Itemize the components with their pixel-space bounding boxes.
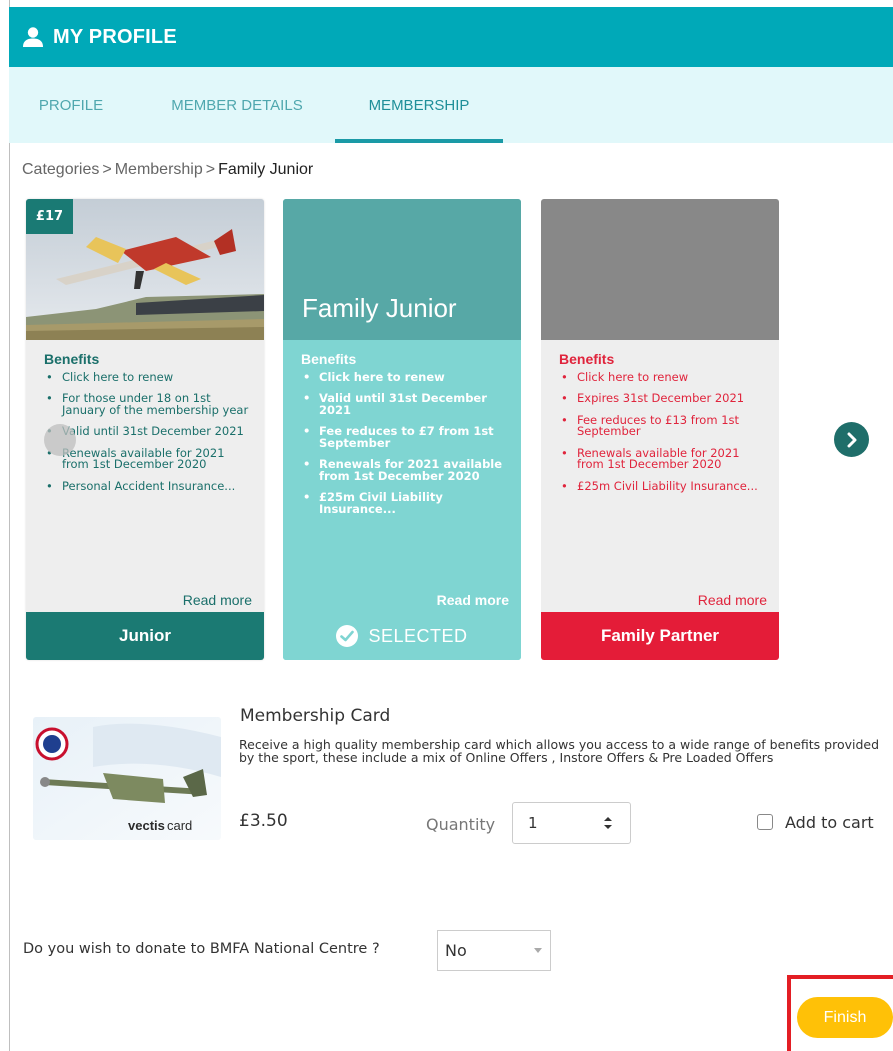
list-item: Expires 31st December 2021 [559,392,767,405]
quantity-label: Quantity [426,815,496,834]
tab-profile[interactable]: PROFILE [9,67,133,143]
list-item: Renewals available for 2021 from 1st Dec… [559,447,767,471]
family-junior-read-more-link[interactable]: Read more [437,593,509,606]
family-junior-benefits: Benefits Click here to renew Valid until… [283,340,521,612]
junior-benefits: Benefits Click here to renew For those u… [26,340,264,612]
list-item: Renewals available for 2021 from 1st Dec… [44,447,252,471]
list-item: £25m Civil Liability Insurance... [559,480,767,493]
list-item[interactable]: Click here to renew [44,371,252,384]
finish-button[interactable]: Finish [797,997,893,1038]
carousel-next-icon[interactable] [834,422,869,457]
header-title: MY PROFILE [53,25,177,48]
junior-read-more-link[interactable]: Read more [183,593,252,606]
family-partner-benefits-title: Benefits [559,351,615,367]
family-junior-header: Family Junior [283,199,521,340]
breadcrumb-separator: > [205,161,216,178]
select-arrows-icon [604,817,612,829]
check-circle-icon [336,625,359,647]
list-item: Fee reduces to £13 from 1st September [559,414,767,438]
list-item[interactable]: Click here to renew [559,371,767,384]
junior-select-button[interactable]: Junior [26,612,264,660]
breadcrumb-current: Family Junior [218,161,314,178]
add-to-cart-checkbox[interactable] [757,814,773,830]
tab-member-details[interactable]: MEMBER DETAILS [145,67,329,143]
carousel-prev-icon[interactable] [44,424,76,456]
list-item: For those under 18 on 1st January of the… [44,392,252,416]
family-partner-select-button[interactable]: Family Partner [541,612,779,660]
donate-question: Do you wish to donate to BMFA National C… [23,941,380,957]
donate-select[interactable]: No [437,930,551,971]
add-to-cart-label[interactable]: Add to cart [785,813,874,832]
chevron-down-icon [534,948,542,953]
membership-card-description: Receive a high quality membership card w… [239,737,880,765]
membership-card-price: £3.50 [239,811,288,831]
membership-card-image: vectis card [33,717,221,840]
membership-card-family-partner[interactable]: Benefits Click here to renew Expires 31s… [541,199,779,660]
selected-label: SELECTED [368,625,468,646]
family-partner-read-more-link[interactable]: Read more [698,593,767,606]
quantity-value: 1 [528,814,538,832]
list-item: Personal Accident Insurance... [44,480,252,493]
family-junior-title: Family Junior [302,293,457,323]
breadcrumb-separator: > [102,161,112,178]
vectiscard-logo-text: vectis [128,818,165,833]
list-item: Valid until 31st December 2021 [301,392,509,416]
list-item[interactable]: Click here to renew [301,371,509,384]
list-item: Renewals for 2021 available from 1st Dec… [301,458,509,482]
junior-plane-image: £17 [26,199,264,340]
list-item: £25m Civil Liability Insurance... [301,491,509,515]
junior-benefits-title: Benefits [44,351,100,367]
donate-value: No [445,941,467,960]
breadcrumb-categories[interactable]: Categories [22,161,99,178]
family-junior-selected-indicator[interactable]: SELECTED [283,612,521,660]
membership-card-family-junior[interactable]: Family Junior Benefits Click here to ren… [283,199,521,660]
membership-card-title: Membership Card [240,706,391,726]
user-icon [19,23,47,51]
breadcrumb: Categories > Membership > Family Junior [22,161,313,179]
list-item: Fee reduces to £7 from 1st September [301,425,509,449]
tab-membership[interactable]: MEMBERSHIP [335,67,503,143]
quantity-select[interactable]: 1 [512,802,631,844]
page-left-border [9,0,10,1051]
family-junior-benefits-title: Benefits [301,351,357,367]
tab-bar: PROFILE MEMBER DETAILS MEMBERSHIP [9,67,893,143]
family-partner-image-placeholder [541,199,779,340]
family-partner-benefits: Benefits Click here to renew Expires 31s… [541,340,779,612]
svg-text:card: card [167,818,192,833]
junior-price-badge: £17 [26,199,73,234]
profile-header: MY PROFILE [9,7,893,67]
breadcrumb-membership[interactable]: Membership [115,161,203,178]
